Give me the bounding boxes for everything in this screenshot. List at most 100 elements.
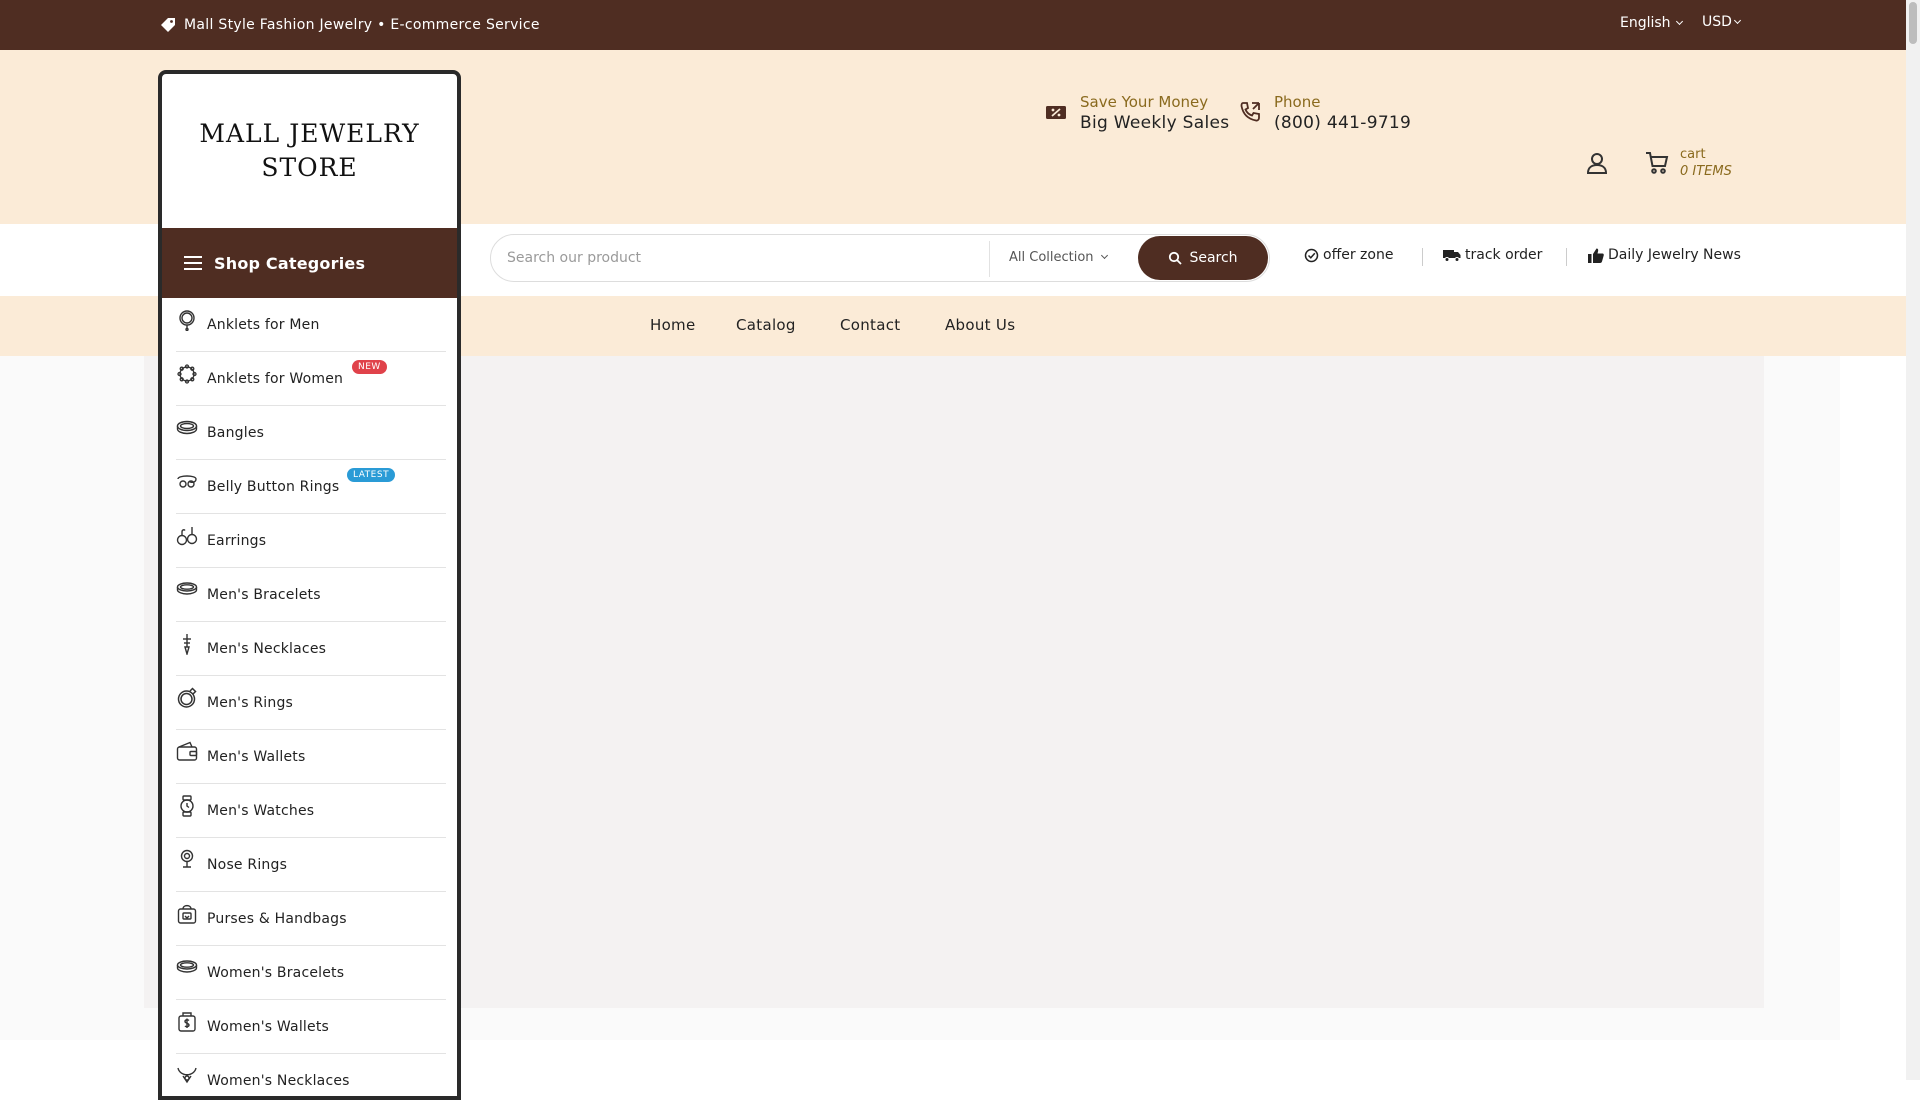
category-womens-bracelets[interactable]: Women's Bracelets xyxy=(176,946,446,1000)
language-label: English xyxy=(1620,15,1671,31)
track-order-label: track order xyxy=(1465,247,1543,263)
anklet-beads-icon xyxy=(177,363,197,384)
collection-value: All Collection xyxy=(1009,250,1094,265)
nav-about-us[interactable]: About Us xyxy=(945,316,1015,334)
search-button[interactable]: Search xyxy=(1138,236,1268,280)
offer-zone-label: offer zone xyxy=(1323,247,1394,263)
bangle-icon xyxy=(176,420,198,434)
category-sidebar: MALL JEWELRY STORE Shop Categories Ankle… xyxy=(158,70,461,1100)
category-anklets-for-men[interactable]: Anklets for Men xyxy=(176,298,446,352)
nose-ring-icon xyxy=(180,849,194,868)
discount-ticket-icon xyxy=(1046,106,1066,119)
category-label: Nose Rings xyxy=(207,856,288,873)
phone-info: Phone (800) 441-9719 xyxy=(1238,92,1411,134)
scrollbar-thumb[interactable] xyxy=(1909,2,1917,44)
category-womens-wallets[interactable]: Women's Wallets xyxy=(176,1000,446,1054)
category-label: Men's Necklaces xyxy=(207,640,327,657)
category-label: Men's Rings xyxy=(207,694,294,711)
quick-link-divider xyxy=(1566,248,1567,266)
chevron-down-icon xyxy=(1675,17,1683,25)
category-womens-necklaces[interactable]: Women's Necklaces xyxy=(176,1054,446,1096)
cart-label: cart xyxy=(1680,147,1706,162)
category-label: Earrings xyxy=(207,532,267,549)
chevron-down-icon xyxy=(1733,16,1741,24)
category-list: Anklets for Men Anklets for Women NEW Ba… xyxy=(176,298,446,1096)
wallet-icon xyxy=(176,741,198,761)
category-label: Women's Necklaces xyxy=(207,1072,350,1089)
latest-badge: LATEST xyxy=(347,468,396,482)
phone-number[interactable]: (800) 441-9719 xyxy=(1274,112,1411,134)
necklace-icon xyxy=(177,1067,197,1083)
phone-label: Phone xyxy=(1274,93,1321,111)
collection-select[interactable]: All Collection xyxy=(1009,250,1108,265)
bracelet-icon xyxy=(176,959,198,973)
nav-home[interactable]: Home xyxy=(650,316,696,334)
savings-label: Save Your Money xyxy=(1080,93,1209,111)
store-logo[interactable]: MALL JEWELRY STORE xyxy=(162,74,457,228)
purse-icon xyxy=(177,904,197,924)
category-bangles[interactable]: Bangles xyxy=(176,406,446,460)
category-mens-rings[interactable]: Men's Rings xyxy=(176,676,446,730)
category-mens-bracelets[interactable]: Men's Bracelets xyxy=(176,568,446,622)
category-label: Men's Bracelets xyxy=(207,586,321,603)
jewelry-news-link[interactable]: Daily Jewelry News xyxy=(1588,247,1741,263)
category-earrings[interactable]: Earrings xyxy=(176,514,446,568)
savings-value: Big Weekly Sales xyxy=(1080,113,1230,133)
category-mens-watches[interactable]: Men's Watches xyxy=(176,784,446,838)
currency-label: USD xyxy=(1702,14,1732,30)
currency-selector[interactable]: USD xyxy=(1702,14,1741,30)
top-bar: Mall Style Fashion Jewelry • E-commerce … xyxy=(0,0,1906,50)
anklet-icon xyxy=(179,309,195,331)
category-label: Men's Wallets xyxy=(207,748,306,765)
track-order-link[interactable]: track order xyxy=(1443,247,1542,263)
category-label: Bangles xyxy=(207,424,265,441)
promo-banner: Mall Style Fashion Jewelry • E-commerce … xyxy=(160,0,540,50)
nav-catalog[interactable]: Catalog xyxy=(736,316,796,334)
ring-icon xyxy=(177,686,197,708)
necklace-icon xyxy=(183,633,191,655)
category-mens-wallets[interactable]: Men's Wallets xyxy=(176,730,446,784)
bracelet-icon xyxy=(176,581,198,595)
offer-zone-link[interactable]: offer zone xyxy=(1304,247,1393,263)
user-icon xyxy=(1586,153,1608,174)
category-label: Belly Button Rings xyxy=(207,478,340,495)
check-circle-icon xyxy=(1304,248,1319,262)
jewelry-news-label: Daily Jewelry News xyxy=(1608,247,1741,263)
chevron-down-icon xyxy=(1100,251,1108,260)
truck-icon xyxy=(1443,250,1461,262)
tag-icon xyxy=(161,18,175,32)
search-input[interactable] xyxy=(505,241,975,275)
belly-ring-icon xyxy=(177,474,197,488)
category-label: Women's Wallets xyxy=(207,1018,330,1035)
category-label: Purses & Handbags xyxy=(207,910,347,927)
account-button[interactable] xyxy=(1584,150,1610,176)
savings-info: Save Your Money Big Weekly Sales xyxy=(1044,92,1229,134)
category-label: Men's Watches xyxy=(207,802,315,819)
wallet-dollar-icon xyxy=(178,1011,196,1032)
shop-categories-title: Shop Categories xyxy=(214,253,366,273)
search-button-label: Search xyxy=(1189,250,1238,266)
cart-icon xyxy=(1646,152,1669,174)
promo-text: Mall Style Fashion Jewelry • E-commerce … xyxy=(184,17,540,33)
category-label: Anklets for Men xyxy=(207,316,320,333)
cart-button[interactable]: cart 0 ITEMS xyxy=(1644,146,1732,180)
quick-link-divider xyxy=(1422,248,1423,266)
shop-categories-header[interactable]: Shop Categories xyxy=(162,228,457,298)
language-selector[interactable]: English xyxy=(1620,15,1683,31)
category-purses-handbags[interactable]: Purses & Handbags xyxy=(176,892,446,946)
new-badge: NEW xyxy=(352,360,387,374)
menu-icon xyxy=(184,256,202,270)
category-mens-necklaces[interactable]: Men's Necklaces xyxy=(176,622,446,676)
earrings-icon xyxy=(176,526,198,545)
category-label: Women's Bracelets xyxy=(207,964,345,981)
search-icon xyxy=(1169,251,1183,265)
watch-icon xyxy=(180,794,194,817)
phone-icon xyxy=(1240,102,1260,122)
category-label: Anklets for Women xyxy=(207,370,344,387)
category-belly-button-rings[interactable]: Belly Button Rings LATEST xyxy=(176,460,446,514)
nav-contact[interactable]: Contact xyxy=(840,316,900,334)
category-anklets-for-women[interactable]: Anklets for Women NEW xyxy=(176,352,446,406)
category-nose-rings[interactable]: Nose Rings xyxy=(176,838,446,892)
page-scrollbar[interactable] xyxy=(1906,0,1920,1080)
cart-count: 0 ITEMS xyxy=(1680,164,1732,179)
